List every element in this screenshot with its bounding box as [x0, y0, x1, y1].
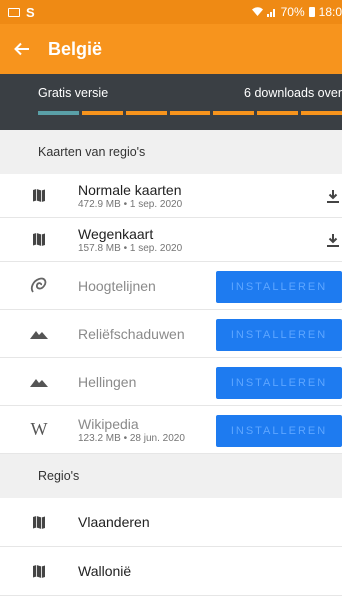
page-title: België [48, 38, 103, 59]
battery-icon [308, 7, 315, 17]
region-item-title: Wallonië [78, 563, 132, 579]
downloads-progress [38, 111, 342, 115]
section-header-regions: Regio's [0, 454, 342, 498]
map-icon [0, 564, 78, 579]
progress-segment-available [301, 111, 342, 115]
progress-segment-used [38, 111, 79, 115]
version-bar[interactable]: Gratis versie 6 downloads over [0, 74, 342, 130]
app-notification-icon: S [26, 4, 35, 20]
map-item-title: Wegenkaart [78, 225, 154, 242]
section-header-maps: Kaarten van regio's [0, 130, 342, 174]
progress-segment-available [213, 111, 255, 115]
feature-item-hillshade[interactable]: Reliëfschaduwen INSTALLEREN [0, 310, 342, 358]
feature-item-wikipedia[interactable]: W Wikipedia 123.2 MB • 28 jun. 2020 INST… [0, 406, 342, 454]
wifi-icon [251, 7, 263, 16]
contour-icon [0, 277, 78, 295]
map-item-roads[interactable]: Wegenkaart 157.8 MB • 1 sep. 2020 [0, 218, 342, 262]
map-item-title: Normale kaarten [78, 181, 182, 198]
progress-segment-available [169, 111, 211, 115]
install-button[interactable]: INSTALLEREN [216, 367, 342, 399]
feature-item-contours[interactable]: Hoogtelijnen INSTALLEREN [0, 262, 342, 310]
status-bar: S 70% 18:0 [0, 0, 342, 24]
download-icon[interactable] [324, 218, 342, 261]
image-notification-icon [8, 7, 20, 17]
region-item-flanders[interactable]: Vlaanderen [0, 498, 342, 547]
map-icon [0, 232, 78, 247]
clock: 18:0 [318, 5, 342, 19]
wikipedia-icon: W [30, 419, 48, 439]
install-button[interactable]: INSTALLEREN [216, 319, 342, 351]
battery-percentage: 70% [280, 5, 305, 19]
map-item-subtitle: 472.9 MB • 1 sep. 2020 [78, 198, 183, 210]
progress-segment-available [81, 111, 123, 115]
map-item-normal[interactable]: Normale kaarten 472.9 MB • 1 sep. 2020 [0, 174, 342, 218]
back-button[interactable] [0, 24, 44, 74]
downloads-remaining: 6 downloads over [244, 86, 342, 100]
region-item-title: Vlaanderen [78, 514, 150, 530]
install-button[interactable]: INSTALLEREN [216, 271, 342, 303]
feature-item-slopes[interactable]: Hellingen INSTALLEREN [0, 358, 342, 406]
progress-segment-available [125, 111, 167, 115]
progress-segment-available [257, 111, 299, 115]
download-icon[interactable] [324, 174, 342, 217]
app-toolbar: België [0, 24, 342, 74]
signal-icon [266, 9, 275, 17]
region-item-wallonia[interactable]: Wallonië [0, 547, 342, 596]
arrow-back-icon [14, 42, 29, 56]
map-item-subtitle: 157.8 MB • 1 sep. 2020 [78, 242, 183, 254]
map-icon [0, 188, 78, 203]
mountain-icon [0, 329, 78, 339]
install-button[interactable]: INSTALLEREN [216, 415, 342, 447]
mountain-icon [0, 377, 78, 387]
version-label: Gratis versie [38, 86, 109, 100]
map-icon [0, 515, 78, 530]
